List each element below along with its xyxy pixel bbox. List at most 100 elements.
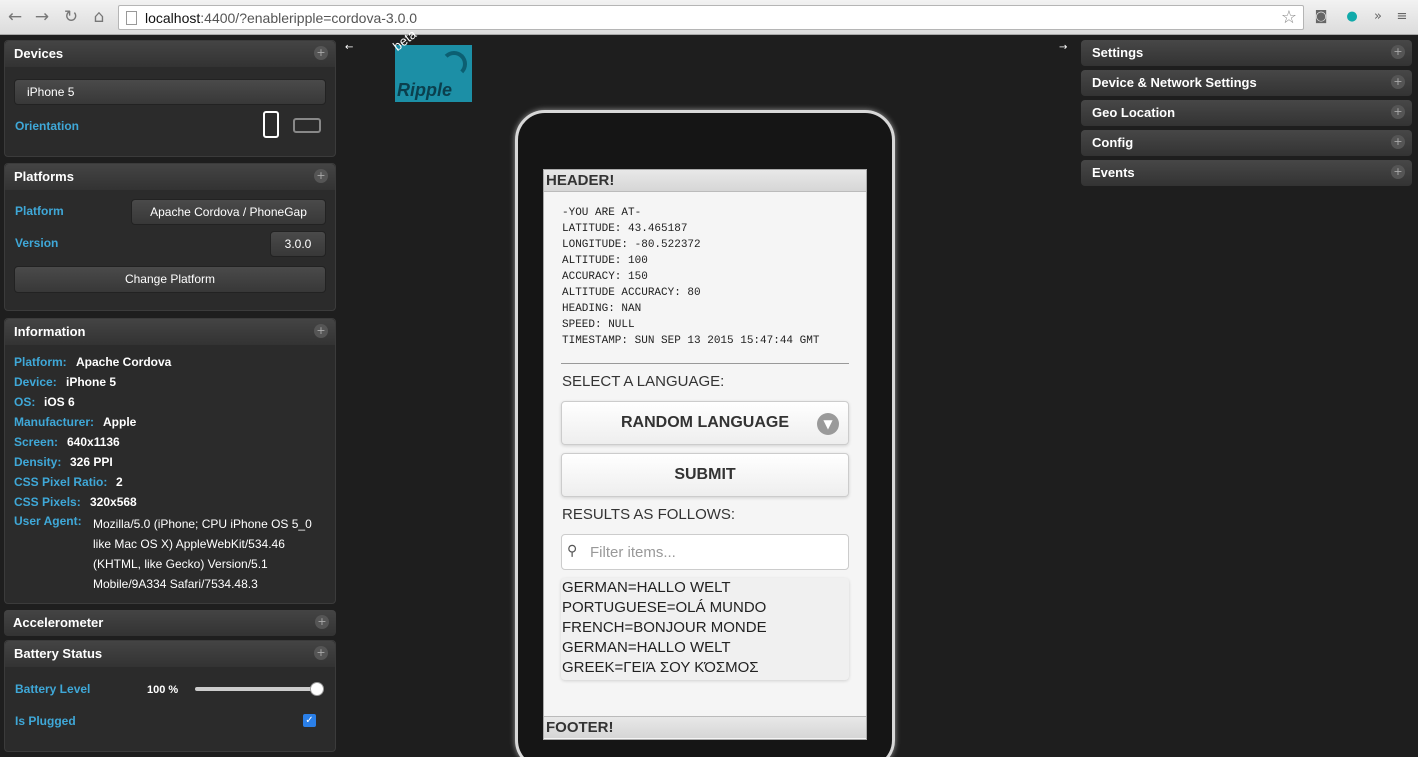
results-list: GERMAN=HALLO WELT PORTUGUESE=OLÁ MUNDO FRE… [561,578,849,680]
info-label: CSS Pixels: [14,495,81,509]
info-label: Screen: [14,435,59,449]
list-item: GERMAN=HALLO WELT [562,579,731,596]
info-label: OS: [14,395,36,409]
info-label: Platform: [14,355,67,369]
devices-panel: Devices + iPhone 5 Orientation [4,40,336,157]
device-network-settings-panel[interactable]: Device & Network Settings + [1081,70,1412,96]
info-label: CSS Pixel Ratio: [14,475,108,489]
url-text[interactable]: localhost:4400/?enableripple=cordova-3.0… [145,10,417,26]
more-extensions-icon[interactable]: » [1368,7,1388,27]
information-panel: Information + Platform: Apache Cordova Dev… [4,318,336,604]
user-agent-value: Mozilla/5.0 (iPhone; CPU iPhone OS 5_0 l… [93,517,312,591]
expand-icon[interactable]: + [314,169,328,183]
expand-icon[interactable]: + [1391,135,1405,149]
settings-panel[interactable]: Settings + [1081,40,1412,66]
page-icon [126,11,137,25]
list-item: PORTUGUESE=OLÁ MUNDO [562,599,767,616]
geo-line: HEADING: NAN [562,303,642,315]
platform-select[interactable]: Apache Cordova / PhoneGap [131,199,326,225]
info-label: Device: [14,375,57,389]
accelerometer-header[interactable]: Accelerometer + [4,610,336,636]
events-panel[interactable]: Events + [1081,160,1412,186]
reload-icon[interactable]: ↻ [60,6,82,28]
expand-icon[interactable]: + [314,324,328,338]
submit-button[interactable]: SUBMIT [561,453,849,497]
list-item: GERMAN=HALLO WELT [562,639,731,656]
config-panel[interactable]: Config + [1081,130,1412,156]
forward-icon[interactable]: → [31,6,53,28]
battery-slider-thumb[interactable] [310,682,324,696]
info-label: Density: [14,455,62,469]
is-plugged-label: Is Plugged [15,714,76,728]
search-icon: ⚲ [567,543,578,559]
expand-icon[interactable]: + [1391,75,1405,89]
geo-location-panel[interactable]: Geo Location + [1081,100,1412,126]
info-value: 640x1136 [67,435,120,449]
expand-icon[interactable]: + [1391,165,1405,179]
information-header[interactable]: Information + [5,319,335,345]
back-icon[interactable]: ← [4,6,26,28]
collapse-left-icon[interactable]: ← [345,42,359,54]
app-header: HEADER! [544,170,866,192]
platforms-header[interactable]: Platforms + [5,164,335,190]
info-value: iOS 6 [44,395,75,409]
platform-label: Platform [15,204,64,218]
list-item: GREEK=ΓΕΙΆ ΣΟΥ ΚΌΣΜΟΣ [562,659,759,676]
info-value: 326 PPI [70,455,113,469]
language-select[interactable]: RANDOM LANGUAGE ▼ [561,401,849,445]
geo-line: ALTITUDE ACCURACY: 80 [562,287,701,299]
geo-line: ALTITUDE: 100 [562,255,648,267]
expand-icon[interactable]: + [315,615,329,629]
battery-level-value: 100 % [147,684,179,696]
results-label: RESULTS AS FOLLOWS: [562,506,736,523]
extension-icon[interactable]: ● [1342,7,1362,27]
is-plugged-checkbox[interactable]: ✓ [303,714,316,727]
change-platform-button[interactable]: Change Platform [14,266,326,293]
pocket-icon[interactable]: ◙ [1311,7,1331,27]
landscape-icon[interactable] [293,118,321,133]
info-value: 2 [116,475,123,489]
geo-line: TIMESTAMP: SUN SEP 13 2015 15:47:44 GMT [562,335,820,347]
platforms-panel: Platforms + Platform Apache Cordova / Ph… [4,163,336,311]
app-footer: FOOTER! [544,716,866,738]
menu-icon[interactable]: ≡ [1392,7,1412,27]
expand-icon[interactable]: + [314,646,328,660]
portrait-icon[interactable] [263,111,279,138]
geo-line: LONGITUDE: -80.522372 [562,239,701,251]
ripple-logo: Ripple [395,45,472,102]
user-agent-label: User Agent: [14,514,82,528]
chevron-down-icon: ▼ [817,413,839,435]
version-label: Version [15,236,59,250]
devices-header[interactable]: Devices + [5,41,335,67]
collapse-right-icon[interactable]: → [1059,42,1073,54]
info-value: Apple [103,415,137,429]
expand-icon[interactable]: + [1391,45,1405,59]
bookmark-star-icon[interactable]: ☆ [1281,7,1297,28]
home-icon[interactable]: ⌂ [88,6,110,28]
orientation-label: Orientation [15,119,80,133]
filter-input[interactable]: ⚲ Filter items... [561,534,849,570]
expand-icon[interactable]: + [1391,105,1405,119]
device-select[interactable]: iPhone 5 [14,79,326,105]
geo-line: -YOU ARE AT- [562,207,642,219]
accelerometer-panel: Accelerometer + [4,610,336,636]
select-language-label: SELECT A LANGUAGE: [562,373,725,390]
battery-level-label: Battery Level [15,682,91,696]
list-item: FRENCH=BONJOUR MONDE [562,619,767,636]
battery-panel: Battery Status + Battery Level 100 % Is … [4,640,336,752]
device-screen: HEADER! -YOU ARE AT- LATITUDE: 43.465187 L… [543,169,867,740]
info-value: 320x568 [90,495,137,509]
info-value: Apache Cordova [76,355,172,369]
battery-slider-track[interactable] [195,682,324,696]
info-label: Manufacturer: [14,415,95,429]
expand-icon[interactable]: + [314,46,328,60]
ripple-wave-icon [441,51,467,77]
geo-line: SPEED: NULL [562,319,635,331]
info-value: iPhone 5 [66,375,117,389]
geo-line: ACCURACY: 150 [562,271,648,283]
version-select[interactable]: 3.0.0 [270,231,326,257]
browser-toolbar: ← → ↻ ⌂ localhost:4400/?enableripple=cor… [0,0,1418,35]
address-bar[interactable]: localhost:4400/?enableripple=cordova-3.0… [118,5,1304,30]
battery-header[interactable]: Battery Status + [5,641,335,667]
geo-line: LATITUDE: 43.465187 [562,223,688,235]
